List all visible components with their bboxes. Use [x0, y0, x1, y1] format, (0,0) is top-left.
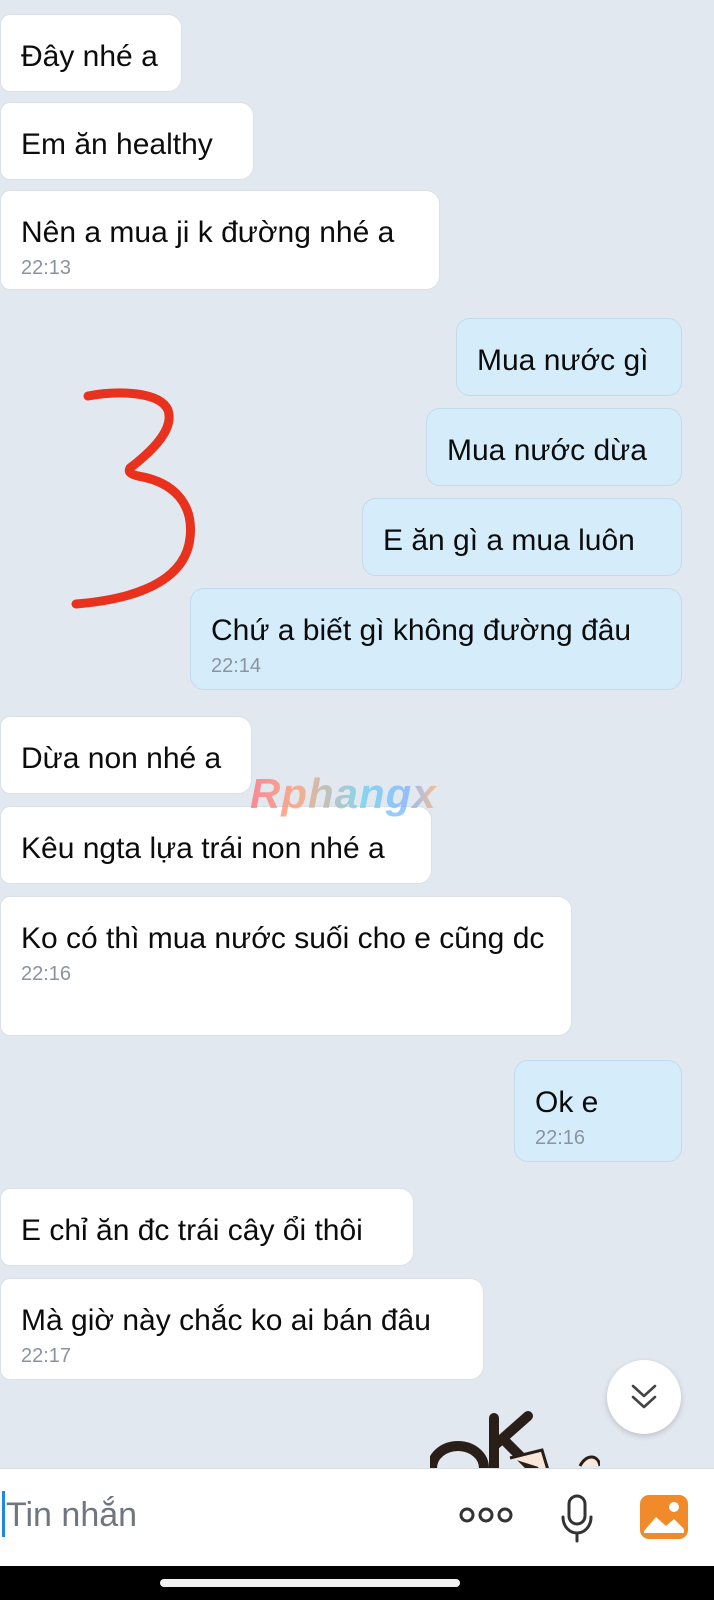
sticker-image[interactable]	[430, 1410, 600, 1468]
message-timestamp: 22:13	[21, 257, 72, 279]
message-bubble-outgoing[interactable]: Ok e 22:16	[514, 1060, 682, 1162]
message-text: Đây nhé a	[21, 40, 158, 73]
message-timestamp: 22:16	[21, 963, 72, 985]
message-bubble-incoming[interactable]: Nên a mua ji k đường nhé a 22:13	[0, 190, 440, 290]
message-timestamp: 22:17	[21, 1345, 72, 1367]
message-bubble-incoming[interactable]: Đây nhé a	[0, 14, 182, 92]
message-bubble-outgoing[interactable]: E ăn gì a mua luôn	[362, 498, 682, 576]
message-bubble-outgoing[interactable]: Mua nước dừa	[426, 408, 682, 486]
message-text: Ko có thì mua nước suối cho e cũng dc	[21, 922, 545, 955]
message-timestamp: 22:16	[535, 1127, 586, 1149]
message-text: Nên a mua ji k đường nhé a	[21, 216, 395, 249]
message-input-bar	[0, 1468, 714, 1567]
message-bubble-incoming[interactable]: Dừa non nhé a	[0, 716, 252, 794]
system-navigation-bar	[0, 1566, 714, 1600]
message-timestamp: 22:14	[211, 655, 262, 677]
message-text: E ăn gì a mua luôn	[383, 524, 635, 557]
message-bubble-incoming[interactable]: Ko có thì mua nước suối cho e cũng dc 22…	[0, 896, 572, 1036]
chat-area[interactable]: Đây nhé a Em ăn healthy Nên a mua ji k đ…	[0, 0, 714, 1468]
message-bubble-incoming[interactable]: Em ăn healthy	[0, 102, 254, 180]
message-text: Chứ a biết gì không đường đâu	[211, 614, 632, 647]
watermark-logo: Rphangx	[250, 770, 437, 817]
message-text: Mua nước gì	[477, 344, 649, 377]
message-bubble-outgoing[interactable]: Mua nước gì	[456, 318, 682, 396]
annotation-mark-3	[71, 388, 195, 609]
message-text: Mà giờ này chắc ko ai bán đâu	[21, 1304, 431, 1337]
message-bubble-incoming[interactable]: Mà giờ này chắc ko ai bán đâu 22:17	[0, 1278, 484, 1380]
message-text: E chỉ ăn đc trái cây ổi thôi	[21, 1214, 363, 1247]
home-indicator[interactable]	[160, 1579, 460, 1587]
message-bubble-incoming[interactable]: E chỉ ăn đc trái cây ổi thôi	[0, 1188, 414, 1266]
message-text: Kêu ngta lựa trái non nhé a	[21, 832, 385, 865]
more-dots-icon[interactable]	[458, 1503, 514, 1527]
message-text: Ok e	[535, 1086, 599, 1119]
chevron-double-down-icon	[631, 1384, 657, 1409]
scroll-down-button[interactable]	[607, 1360, 681, 1434]
message-input[interactable]	[4, 1489, 426, 1541]
microphone-icon[interactable]	[560, 1493, 594, 1543]
message-text: Dừa non nhé a	[21, 742, 222, 775]
message-text: Em ăn healthy	[21, 128, 213, 161]
message-text: Mua nước dừa	[447, 434, 647, 467]
gallery-icon[interactable]	[638, 1493, 690, 1541]
message-bubble-outgoing[interactable]: Chứ a biết gì không đường đâu 22:14	[190, 588, 682, 690]
